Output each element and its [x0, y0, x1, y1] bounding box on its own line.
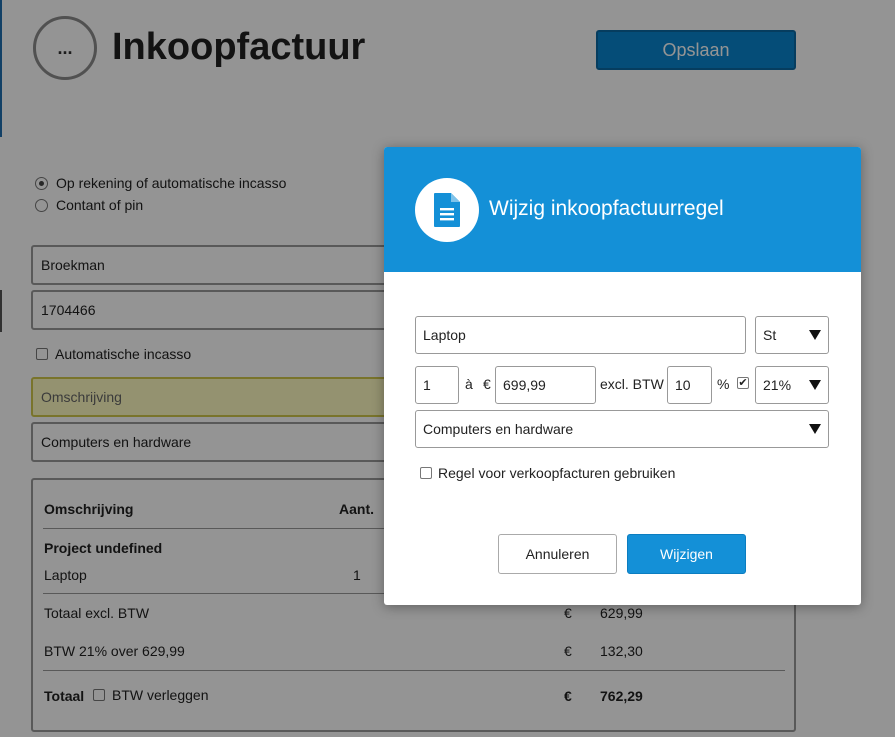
category-select[interactable]: Computers en hardware	[415, 410, 829, 448]
chevron-down-icon	[809, 424, 821, 434]
dialog-title: Wijzig inkoopfactuurregel	[489, 197, 724, 220]
use-rule-checkbox[interactable]	[420, 467, 432, 479]
chevron-down-icon	[809, 330, 821, 340]
currency-label: €	[483, 376, 491, 392]
vat-select[interactable]: 21%	[755, 366, 829, 404]
cancel-button[interactable]: Annuleren	[498, 534, 617, 574]
dialog-header: Wijzig inkoopfactuurregel	[384, 147, 861, 272]
price-input[interactable]: 699,99	[495, 366, 596, 404]
quantity-value: 1	[423, 377, 431, 393]
use-rule-label: Regel voor verkoopfacturen gebruiken	[438, 465, 676, 481]
category-value: Computers en hardware	[423, 421, 574, 437]
document-icon	[415, 178, 479, 242]
description-input[interactable]: Laptop	[415, 316, 746, 354]
vat-value: 21%	[763, 377, 792, 393]
vat-checkbox[interactable]: ✔	[737, 377, 749, 389]
submit-button[interactable]: Wijzigen	[627, 534, 746, 574]
quantity-input[interactable]: 1	[415, 366, 459, 404]
unit-value: St	[763, 327, 777, 343]
discount-value: 10	[675, 377, 691, 393]
unit-select[interactable]: St	[755, 316, 829, 354]
discount-input[interactable]: 10	[667, 366, 712, 404]
description-value: Laptop	[423, 327, 466, 343]
price-value: 699,99	[503, 377, 546, 393]
percent-label: %	[717, 376, 730, 392]
a-label: à	[465, 376, 473, 392]
chevron-down-icon	[809, 380, 821, 390]
excl-btw-label: excl. BTW	[600, 376, 664, 392]
edit-line-dialog: Wijzig inkoopfactuurregel Laptop St 1 à …	[384, 147, 861, 605]
